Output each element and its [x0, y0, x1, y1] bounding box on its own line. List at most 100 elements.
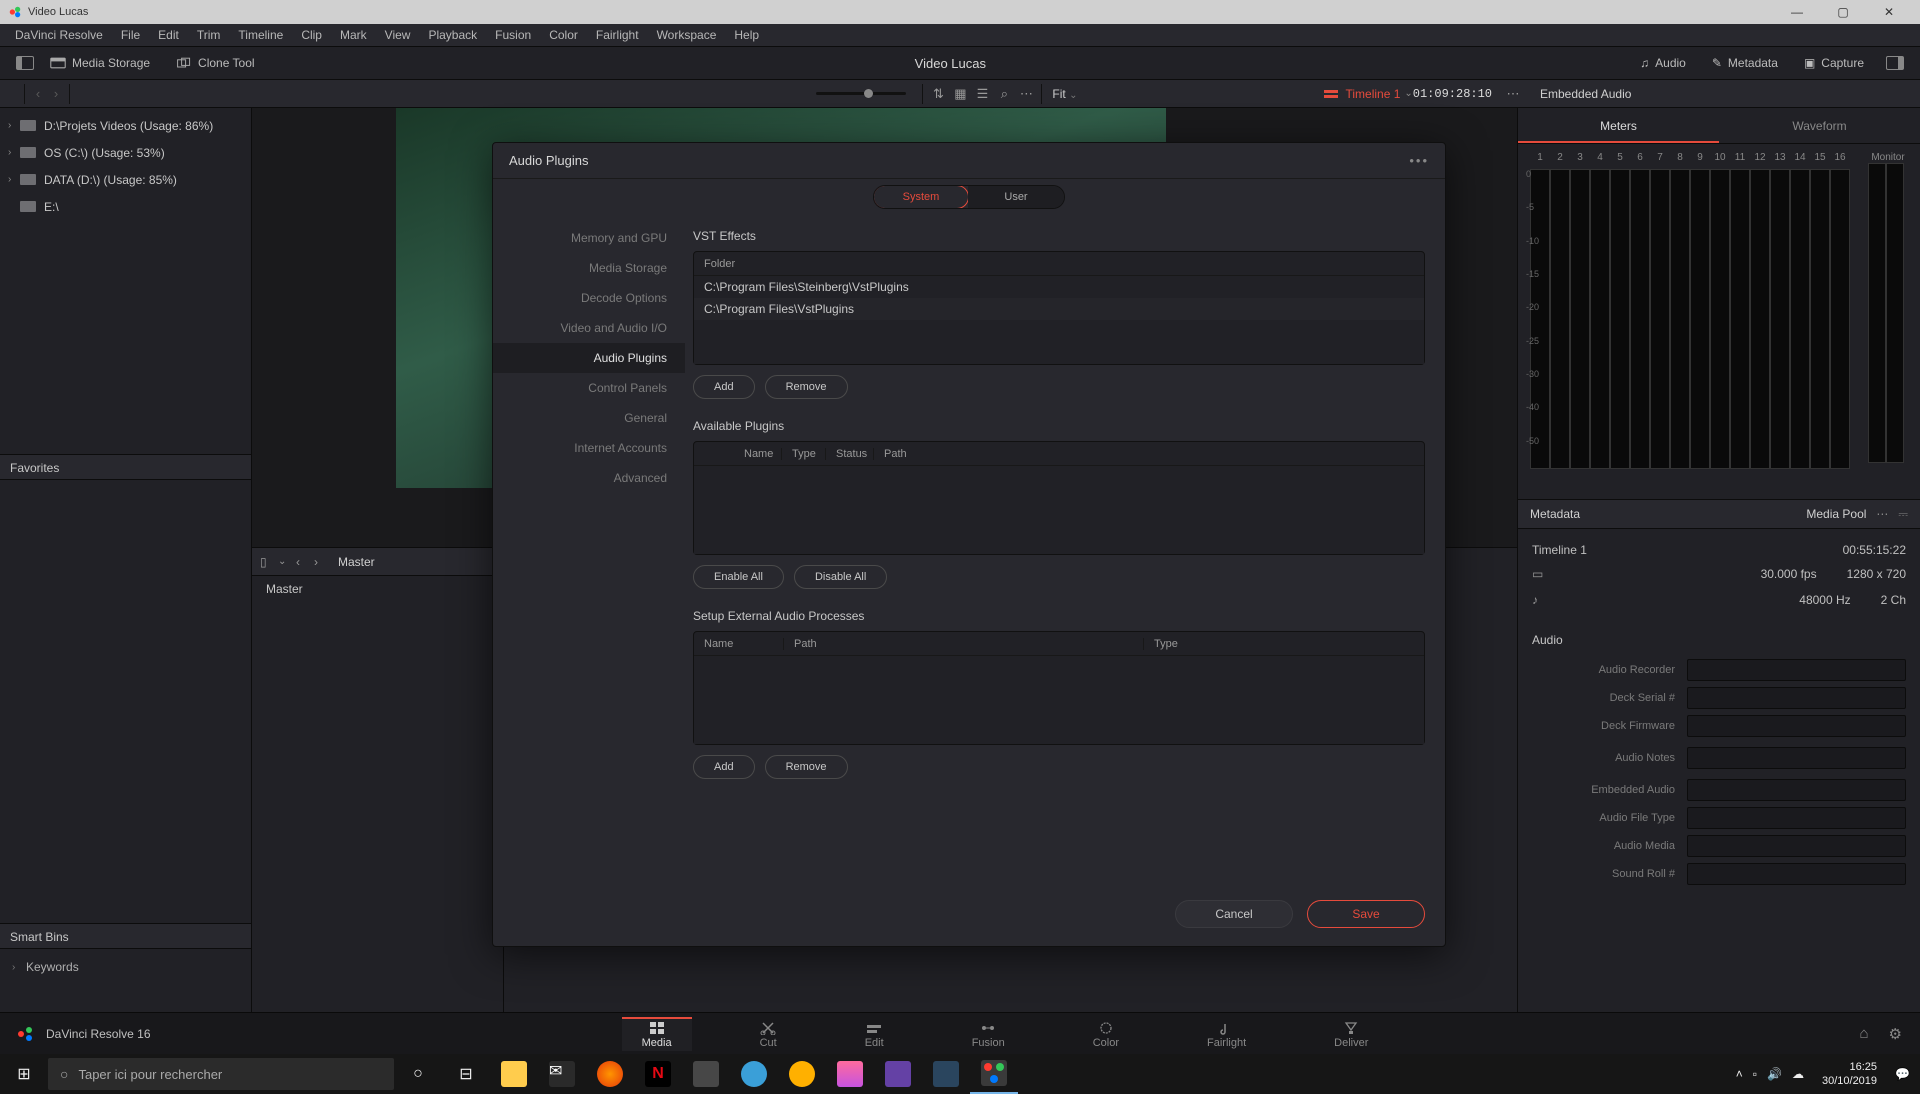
nav-general[interactable]: General [493, 403, 685, 433]
add-process-button[interactable]: Add [693, 755, 755, 779]
deck-serial-field[interactable] [1687, 687, 1906, 709]
audio-recorder-field[interactable] [1687, 659, 1906, 681]
page-cut[interactable]: Cut [740, 1017, 797, 1051]
dialog-more-icon[interactable]: ••• [1409, 153, 1429, 168]
drive-row[interactable]: ›DATA (D:\) (Usage: 85%) [0, 166, 251, 193]
taskbar-search[interactable]: ○Taper ici pour rechercher [48, 1058, 394, 1090]
netflix-icon[interactable]: N [634, 1054, 682, 1094]
menu-fusion[interactable]: Fusion [486, 24, 540, 46]
menu-file[interactable]: File [112, 24, 149, 46]
page-edit[interactable]: Edit [845, 1017, 904, 1051]
nav-audio-plugins[interactable]: Audio Plugins [493, 343, 685, 373]
options-icon[interactable]: ⎓ [1898, 507, 1908, 522]
home-icon[interactable]: ⌂ [1859, 1025, 1868, 1042]
menu-clip[interactable]: Clip [292, 24, 331, 46]
zoom-slider[interactable] [816, 92, 906, 95]
dolphin-icon[interactable] [730, 1054, 778, 1094]
system-tab[interactable]: System [873, 185, 969, 209]
minimize-button[interactable]: — [1774, 5, 1820, 19]
viewer-timecode[interactable]: 01:09:28:10 [1413, 87, 1502, 101]
menu-workspace[interactable]: Workspace [648, 24, 726, 46]
clone-tool-button[interactable]: Clone Tool [166, 49, 264, 77]
user-tab[interactable]: User [968, 186, 1064, 208]
nav-memory-gpu[interactable]: Memory and GPU [493, 223, 685, 253]
settings-icon[interactable]: ⚙ [1889, 1025, 1902, 1043]
onedrive-icon[interactable]: ☁ [1792, 1067, 1804, 1081]
mail-icon[interactable]: ✉ [538, 1054, 586, 1094]
taskbar-clock[interactable]: 16:2530/10/2019 [1814, 1060, 1885, 1088]
metadata-button[interactable]: ✎Metadata [1702, 49, 1788, 77]
page-fusion[interactable]: Fusion [952, 1017, 1025, 1051]
add-folder-button[interactable]: Add [693, 375, 755, 399]
folder-row[interactable]: C:\Program Files\VstPlugins [694, 298, 1424, 320]
app-icon[interactable] [778, 1054, 826, 1094]
menu-trim[interactable]: Trim [188, 24, 230, 46]
maximize-button[interactable]: ▢ [1820, 5, 1866, 19]
close-button[interactable]: ✕ [1866, 5, 1912, 19]
embedded-audio-field[interactable] [1687, 779, 1906, 801]
audio-media-field[interactable] [1687, 835, 1906, 857]
menu-color[interactable]: Color [540, 24, 587, 46]
nav-advanced[interactable]: Advanced [493, 463, 685, 493]
search-icon[interactable]: ⌕ [993, 83, 1015, 105]
audio-button[interactable]: ♫Audio [1630, 49, 1696, 77]
explorer-icon[interactable] [490, 1054, 538, 1094]
cortana-icon[interactable]: ○ [394, 1054, 442, 1094]
timeline-selector[interactable]: Timeline 1 ⌄ [1323, 87, 1412, 101]
app-icon[interactable] [826, 1054, 874, 1094]
more-icon[interactable]: ⋯ [1015, 83, 1037, 105]
davinci-taskbar-icon[interactable] [970, 1054, 1018, 1094]
smart-bin-keywords[interactable]: ›Keywords [0, 955, 251, 979]
tab-meters[interactable]: Meters [1518, 108, 1719, 143]
nav-media-storage[interactable]: Media Storage [493, 253, 685, 283]
page-fairlight[interactable]: Fairlight [1187, 1017, 1266, 1051]
page-media[interactable]: Media [622, 1017, 692, 1051]
menu-help[interactable]: Help [725, 24, 768, 46]
list-view-icon[interactable]: ☰ [971, 83, 993, 105]
inspector-toggle-icon[interactable] [1886, 56, 1904, 70]
viewer-more-icon[interactable]: ⋯ [1502, 83, 1524, 105]
firefox-icon[interactable] [586, 1054, 634, 1094]
app-icon[interactable] [922, 1054, 970, 1094]
audio-notes-field[interactable] [1687, 747, 1906, 769]
panel-icon[interactable] [6, 88, 20, 100]
drive-row[interactable]: ›OS (C:\) (Usage: 53%) [0, 139, 251, 166]
sort-icon[interactable]: ⇅ [927, 83, 949, 105]
save-button[interactable]: Save [1307, 900, 1425, 928]
tab-waveform[interactable]: Waveform [1719, 108, 1920, 143]
grid-view-icon[interactable]: ▦ [949, 83, 971, 105]
capture-button[interactable]: ▣Capture [1794, 49, 1874, 77]
menu-timeline[interactable]: Timeline [229, 24, 292, 46]
remove-process-button[interactable]: Remove [765, 755, 848, 779]
nav-back-button[interactable]: ‹ [296, 555, 314, 569]
drive-row[interactable]: E:\ [0, 193, 251, 220]
network-icon[interactable]: ▫ [1753, 1067, 1757, 1081]
cancel-button[interactable]: Cancel [1175, 900, 1293, 928]
bin-master[interactable]: Master [252, 576, 503, 602]
volume-icon[interactable]: 🔊 [1767, 1067, 1782, 1081]
nav-video-audio-io[interactable]: Video and Audio I/O [493, 313, 685, 343]
page-color[interactable]: Color [1073, 1017, 1139, 1051]
disable-all-button[interactable]: Disable All [794, 565, 887, 589]
remove-folder-button[interactable]: Remove [765, 375, 848, 399]
nav-control-panels[interactable]: Control Panels [493, 373, 685, 403]
twitch-icon[interactable] [874, 1054, 922, 1094]
menu-edit[interactable]: Edit [149, 24, 188, 46]
drive-row[interactable]: ›D:\Projets Videos (Usage: 86%) [0, 112, 251, 139]
sound-roll-field[interactable] [1687, 863, 1906, 885]
notifications-icon[interactable]: 💬 [1895, 1067, 1910, 1081]
tray-chevron-icon[interactable]: ˄ [1736, 1067, 1743, 1081]
menu-davinci-resolve[interactable]: DaVinci Resolve [6, 24, 112, 46]
chevron-down-icon[interactable]: ⌄ [278, 556, 296, 567]
menu-playback[interactable]: Playback [419, 24, 486, 46]
nav-forward-button[interactable]: › [314, 555, 332, 569]
page-deliver[interactable]: Deliver [1314, 1017, 1388, 1051]
task-view-icon[interactable]: ⊟ [442, 1054, 490, 1094]
menu-mark[interactable]: Mark [331, 24, 376, 46]
audio-file-type-field[interactable] [1687, 807, 1906, 829]
nav-back-button[interactable]: ‹ [29, 86, 47, 101]
panel-icon[interactable]: ▯ [260, 555, 278, 569]
nav-forward-button[interactable]: › [47, 86, 65, 101]
layout-toggle-icon[interactable] [16, 56, 34, 70]
more-icon[interactable]: ⋯ [1876, 507, 1888, 521]
